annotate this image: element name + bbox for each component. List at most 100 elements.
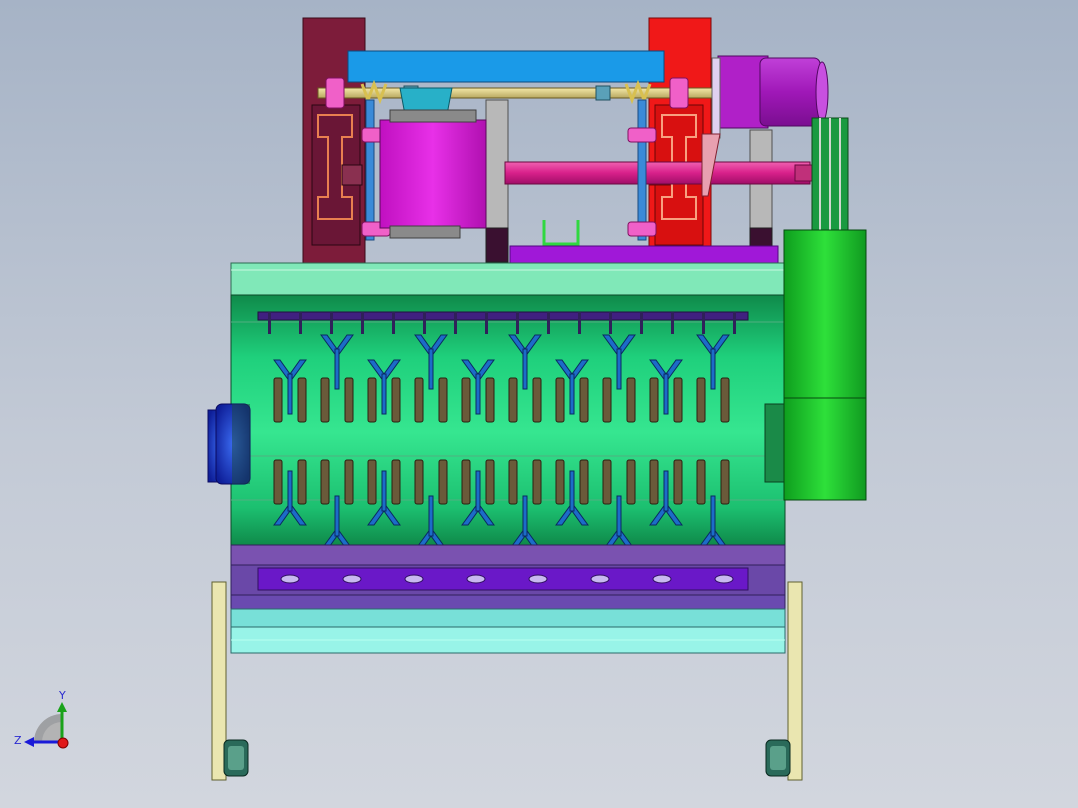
tooth-upper-left — [649, 377, 659, 423]
tooth-lower-left — [649, 459, 659, 505]
blade-mount-tab — [609, 312, 612, 334]
blade-mount-tab — [299, 312, 302, 334]
tooth-upper-left — [461, 377, 471, 423]
tooth-lower-left — [555, 459, 565, 505]
blade-stem-upper — [522, 348, 528, 390]
tooth-lower-right — [626, 459, 636, 505]
blade-mount-tab — [640, 312, 643, 334]
blade-mount-tab — [423, 312, 426, 334]
blade-stem-lower — [710, 495, 716, 537]
blade-stem-upper — [428, 348, 434, 390]
blade-mount-tab — [392, 312, 395, 334]
tray-slot — [280, 574, 300, 584]
belt-pulley-upper — [811, 117, 849, 231]
tray-slot — [714, 574, 734, 584]
blade-stem-lower — [287, 470, 293, 512]
tooth-upper-left — [696, 377, 706, 423]
cad-viewport[interactable]: Y Z — [0, 0, 1078, 808]
blade-mount-tab — [330, 312, 333, 334]
tooth-lower-right — [297, 459, 307, 505]
tooth-lower-left — [602, 459, 612, 505]
drive-shaft[interactable] — [504, 161, 811, 185]
tooth-upper-right — [720, 377, 730, 423]
tooth-lower-left — [414, 459, 424, 505]
tooth-lower-right — [344, 459, 354, 505]
tooth-upper-left — [320, 377, 330, 423]
tray-slot — [528, 574, 548, 584]
blade-stem-lower — [616, 495, 622, 537]
tray-slot — [404, 574, 424, 584]
blade-mount-tab — [547, 312, 550, 334]
blade-mount-tab — [733, 312, 736, 334]
tooth-upper-left — [273, 377, 283, 423]
top-beam[interactable] — [347, 50, 665, 83]
tooth-lower-left — [273, 459, 283, 505]
blade-mount-tab — [578, 312, 581, 334]
tooth-upper-left — [555, 377, 565, 423]
blade-stem-lower — [334, 495, 340, 537]
tooth-upper-right — [579, 377, 589, 423]
blade-stem-lower — [569, 470, 575, 512]
view-triad: Y Z — [14, 689, 69, 749]
blade-stem-upper — [334, 348, 340, 390]
tray-slot — [466, 574, 486, 584]
tray-slot — [652, 574, 672, 584]
blade-stem-lower — [381, 470, 387, 512]
blade-mount-tab — [671, 312, 674, 334]
blade-mount-tab — [361, 312, 364, 334]
blade-stem-upper — [381, 373, 387, 415]
tooth-lower-right — [485, 459, 495, 505]
tooth-upper-right — [391, 377, 401, 423]
blade-stem-lower — [475, 470, 481, 512]
blade-stem-upper — [616, 348, 622, 390]
blade-mount-tab — [516, 312, 519, 334]
tooth-upper-right — [344, 377, 354, 423]
blade-mount-tab — [485, 312, 488, 334]
tooth-lower-right — [532, 459, 542, 505]
y-axis-label: Y — [58, 689, 66, 702]
belt-cover[interactable] — [783, 229, 867, 501]
tooth-lower-right — [438, 459, 448, 505]
blade-stem-lower — [663, 470, 669, 512]
vertical-screw-left[interactable] — [365, 99, 375, 241]
tooth-upper-right — [485, 377, 495, 423]
x-axis-dot — [57, 737, 69, 749]
tooth-lower-left — [696, 459, 706, 505]
tooth-upper-left — [508, 377, 518, 423]
electric-motor[interactable] — [711, 55, 829, 139]
blade-mount-tab — [702, 312, 705, 334]
tray-slot — [590, 574, 610, 584]
vertical-screw-right[interactable] — [637, 99, 647, 241]
tooth-upper-right — [297, 377, 307, 423]
tooth-lower-right — [673, 459, 683, 505]
blade-mount-tab — [454, 312, 457, 334]
tooth-upper-right — [438, 377, 448, 423]
tooth-upper-left — [414, 377, 424, 423]
tooth-upper-right — [673, 377, 683, 423]
blade-stem-lower — [428, 495, 434, 537]
bottom-plate[interactable] — [230, 608, 786, 628]
tooth-lower-left — [367, 459, 377, 505]
tray-slot — [342, 574, 362, 584]
blade-stem-upper — [569, 373, 575, 415]
blade-stem-upper — [663, 373, 669, 415]
blade-stem-lower — [522, 495, 528, 537]
drum-hub-left[interactable] — [207, 403, 251, 485]
lower-tray[interactable] — [230, 544, 786, 610]
gearbox[interactable] — [379, 87, 487, 239]
tooth-lower-left — [320, 459, 330, 505]
tooth-lower-left — [508, 459, 518, 505]
tooth-lower-right — [579, 459, 589, 505]
blade-stem-upper — [475, 373, 481, 415]
tooth-lower-left — [461, 459, 471, 505]
tooth-lower-right — [720, 459, 730, 505]
drum-hub-right[interactable] — [764, 403, 786, 483]
tooth-upper-right — [532, 377, 542, 423]
blade-stem-upper — [710, 348, 716, 390]
tooth-upper-right — [626, 377, 636, 423]
tooth-lower-right — [391, 459, 401, 505]
z-axis-label: Z — [14, 734, 22, 747]
blade-mount-tab — [268, 312, 271, 334]
tooth-upper-left — [602, 377, 612, 423]
tooth-upper-left — [367, 377, 377, 423]
